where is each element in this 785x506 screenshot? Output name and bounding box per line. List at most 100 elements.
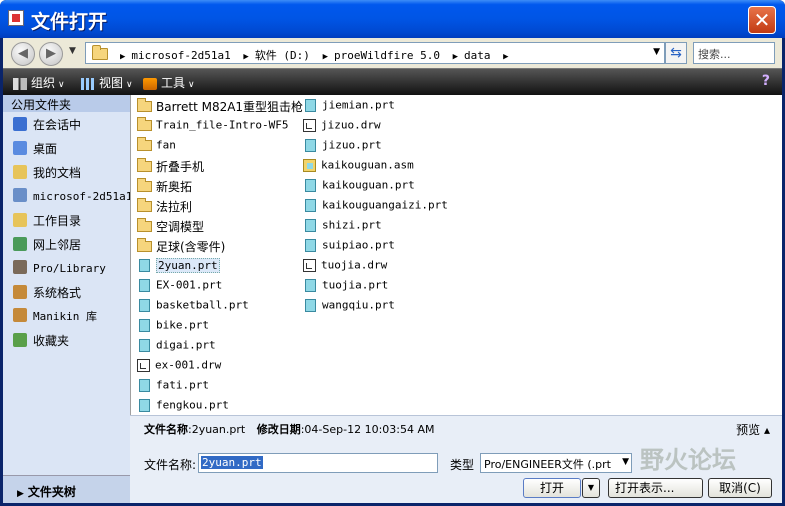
folder-tree-toggle[interactable]: ▶ 文件夹树 xyxy=(3,475,130,503)
file-item[interactable]: EX-001.prt xyxy=(131,276,303,296)
toolbar: 组织 ∨ 视图 ∨ 工具 ∨ ? xyxy=(3,68,782,95)
file-item[interactable]: jizuo.drw xyxy=(297,116,448,136)
drw-icon xyxy=(137,358,150,372)
sidebar-item[interactable]: 网上邻居 xyxy=(3,232,130,256)
file-item[interactable]: tuojia.drw xyxy=(297,256,448,276)
app-icon xyxy=(8,10,24,26)
open-button[interactable]: 打开 xyxy=(523,478,581,498)
organize-icon xyxy=(13,77,27,90)
folder-item[interactable]: Barrett M82A1重型狙击枪 xyxy=(131,96,303,116)
sidebar-item[interactable]: 桌面 xyxy=(3,136,130,160)
cancel-button[interactable]: 取消(C) xyxy=(708,478,772,498)
breadcrumb-computer[interactable]: microsof-2d51a1 xyxy=(131,49,230,62)
folder-item[interactable]: 折叠手机 xyxy=(131,156,303,176)
file-type-select[interactable]: Pro/ENGINEER文件 (.prt ▼ xyxy=(480,453,632,473)
file-name: fengkou.prt xyxy=(156,398,229,412)
library-icon xyxy=(13,260,27,274)
sidebar-item-label: 我的文档 xyxy=(33,166,82,180)
filename-field[interactable]: 2yuan.prt xyxy=(198,453,438,473)
file-item[interactable]: fati.prt xyxy=(131,376,303,396)
file-item[interactable]: kaikouguan.prt xyxy=(297,176,448,196)
sidebar-item-label: 在会话中 xyxy=(33,118,82,132)
address-bar: ◀ ▶ ▼ ▶ microsof-2d51a1 ▶ 软件 (D:) ▶ proeWil… xyxy=(3,38,782,68)
refresh-button[interactable]: ⇆ xyxy=(665,42,687,64)
file-item[interactable]: fengkou.prt xyxy=(131,396,303,416)
documents-folder-icon xyxy=(13,165,27,179)
folder-icon xyxy=(137,218,152,232)
chevron-down-icon: ∨ xyxy=(58,80,65,90)
back-button[interactable]: ◀ xyxy=(11,42,35,66)
prt-icon xyxy=(139,278,150,292)
file-name: Barrett M82A1重型狙击枪 xyxy=(156,100,304,114)
prt-icon xyxy=(305,138,316,152)
organize-menu[interactable]: 组织 ∨ xyxy=(13,74,65,91)
sidebar-item[interactable]: Manikin 库 xyxy=(3,304,130,328)
sidebar-item[interactable]: 系统格式 xyxy=(3,280,130,304)
folder-icon xyxy=(137,158,152,172)
file-item[interactable]: kaikouguan.asm xyxy=(297,156,448,176)
open-options-dropdown[interactable]: ▼ xyxy=(582,478,600,498)
sidebar-item[interactable]: 我的文档 xyxy=(3,160,130,184)
close-button[interactable]: ✕ xyxy=(748,6,776,34)
file-name: 法拉利 xyxy=(156,200,193,214)
view-label: 视图 xyxy=(99,76,124,90)
title-bar[interactable]: 文件打开 ✕ xyxy=(0,0,785,38)
file-name: jizuo.drw xyxy=(321,118,381,132)
search-input[interactable]: 搜索... xyxy=(693,42,775,64)
folder-item[interactable]: 空调模型 xyxy=(131,216,303,236)
file-item[interactable]: wangqiu.prt xyxy=(297,296,448,316)
filename-value: 2yuan.prt xyxy=(201,456,263,469)
open-representation-button[interactable]: 打开表示... xyxy=(608,478,703,498)
info-modified-label: 修改日期 xyxy=(256,423,301,436)
sidebar-item[interactable]: microsof-2d51a1 xyxy=(3,184,133,208)
info-modified-value: :04-Sep-12 10:03:54 AM xyxy=(300,423,435,436)
prt-icon xyxy=(139,378,150,392)
file-name: fan xyxy=(156,138,176,152)
file-name: wangqiu.prt xyxy=(322,298,395,312)
file-item[interactable]: suipiao.prt xyxy=(297,236,448,256)
file-item[interactable]: ex-001.drw xyxy=(131,356,303,376)
drw-icon xyxy=(303,118,316,132)
history-dropdown-icon[interactable]: ▼ xyxy=(69,46,76,56)
path-dropdown-icon[interactable]: ▼ xyxy=(653,47,660,57)
computer-icon xyxy=(13,188,27,202)
breadcrumb-data[interactable]: data xyxy=(464,49,491,62)
sidebar-item[interactable]: Pro/Library xyxy=(3,256,130,280)
system-format-icon xyxy=(13,285,27,299)
file-name: 新奥拓 xyxy=(156,180,193,194)
file-item[interactable]: shizi.prt xyxy=(297,216,448,236)
folder-item[interactable]: 法拉利 xyxy=(131,196,303,216)
tools-menu[interactable]: 工具 ∨ xyxy=(143,74,195,91)
prt-icon xyxy=(305,278,316,292)
file-item[interactable]: kaikouguangaizi.prt xyxy=(297,196,448,216)
folder-item[interactable]: fan xyxy=(131,136,303,156)
prt-icon xyxy=(305,218,316,232)
view-menu[interactable]: 视图 ∨ xyxy=(81,74,133,91)
type-label: 类型 xyxy=(450,458,475,472)
sidebar-item-label: microsof-2d51a1 xyxy=(33,190,133,203)
file-item[interactable]: bike.prt xyxy=(131,316,303,336)
forward-button[interactable]: ▶ xyxy=(39,42,63,66)
breadcrumb-proe[interactable]: proeWildfire 5.0 xyxy=(334,49,440,62)
preview-toggle[interactable]: 预览 ▴ xyxy=(736,421,770,438)
file-item[interactable]: jiemian.prt xyxy=(297,96,448,116)
file-item[interactable]: tuojia.prt xyxy=(297,276,448,296)
sidebar-item[interactable]: 工作目录 xyxy=(3,208,130,232)
prt-icon xyxy=(305,98,316,112)
file-name: kaikouguan.prt xyxy=(322,178,415,192)
file-item[interactable]: digai.prt xyxy=(131,336,303,356)
folder-item[interactable]: Train_file-Intro-WF5 xyxy=(131,116,303,136)
folder-item[interactable]: 足球(含零件) xyxy=(131,236,303,256)
folder-item[interactable]: 新奥拓 xyxy=(131,176,303,196)
path-field[interactable]: ▶ microsof-2d51a1 ▶ 软件 (D:) ▶ proeWildfire … xyxy=(85,42,665,64)
file-name: kaikouguan.asm xyxy=(321,158,414,172)
prt-icon xyxy=(139,338,150,352)
breadcrumb-drive[interactable]: 软件 (D:) xyxy=(255,49,310,62)
sidebar-item[interactable]: 收藏夹 xyxy=(3,328,130,352)
file-item[interactable]: basketball.prt xyxy=(131,296,303,316)
help-icon[interactable]: ? xyxy=(762,73,770,89)
file-item[interactable]: 2yuan.prt xyxy=(131,256,303,276)
sidebar-item[interactable]: 在会话中 xyxy=(3,112,130,136)
sidebar-header: 公用文件夹 xyxy=(3,95,130,112)
file-item[interactable]: jizuo.prt xyxy=(297,136,448,156)
